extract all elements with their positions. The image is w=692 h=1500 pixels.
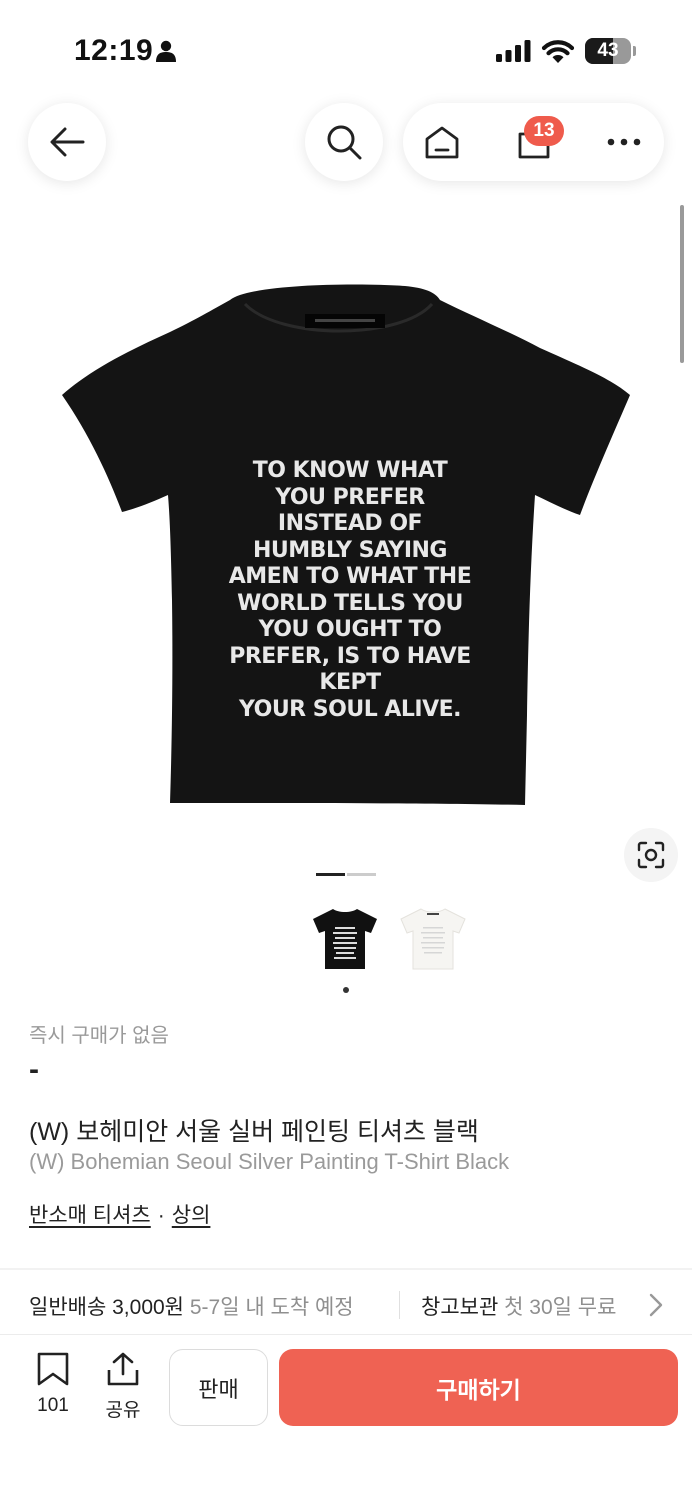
shirt-print-line: KEPT (319, 670, 381, 695)
shirt-print-text: TO KNOW WHAT YOU PREFER INSTEAD OF HUMBL… (200, 458, 500, 723)
warehouse-label: 창고보관 (421, 1296, 499, 1319)
product-title-en: (W) Bohemian Seoul Silver Painting T-Shi… (29, 1149, 510, 1174)
battery-icon: 43 (585, 38, 631, 64)
more-icon (607, 138, 641, 146)
price-value: - (29, 1053, 39, 1086)
search-button[interactable] (305, 103, 383, 181)
category-link-short-sleeve[interactable]: 반소매 티셔츠 (29, 1204, 151, 1227)
shirt-print-line: YOU OUGHT TO (258, 617, 442, 642)
search-icon (327, 125, 362, 160)
instant-buy-label: 즉시 구매가 없음 (29, 1025, 169, 1047)
shirt-print-line: TO KNOW WHAT (252, 458, 448, 483)
wifi-icon (541, 40, 575, 63)
shipping-divider (399, 1291, 400, 1319)
black-tshirt-thumbnail (313, 909, 377, 969)
home-button[interactable] (407, 103, 477, 181)
lens-scan-icon (637, 841, 665, 869)
section-divider (0, 1268, 692, 1270)
shipping-eta: 5-7일 내 도착 예정 (189, 1296, 354, 1319)
chevron-right-icon[interactable] (648, 1292, 664, 1318)
share-button[interactable]: 공유 (93, 1352, 153, 1422)
shirt-print-line: YOU PREFER (275, 484, 425, 510)
product-title-ko: (W) 보헤미안 서울 실버 페인팅 티셔츠 블랙 (29, 1118, 479, 1146)
thumbnail-black[interactable] (310, 904, 380, 974)
category-separator: · (157, 1204, 165, 1227)
white-tshirt-thumbnail (400, 908, 466, 970)
buy-button[interactable]: 구매하기 (279, 1349, 678, 1426)
shirt-print-line: WORLD TELLS YOU (237, 590, 463, 616)
warehouse-note: 첫 30일 무료 (504, 1296, 617, 1319)
thumbnail-white[interactable] (398, 904, 468, 974)
status-bar: 12:19 43 (0, 0, 692, 96)
shirt-print-line: INSTEAD OF (277, 511, 423, 536)
shipping-label: 일반배송 (29, 1296, 107, 1319)
shipping-price: 3,000원 (112, 1296, 184, 1319)
thumbnail-selected-indicator (343, 987, 349, 993)
image-pager-active (316, 873, 345, 876)
sell-button[interactable]: 판매 (169, 1349, 268, 1426)
warehouse-info[interactable]: 창고보관 첫 30일 무료 (421, 1291, 616, 1321)
share-icon (107, 1352, 139, 1386)
shipping-info[interactable]: 일반배송 3,000원 5-7일 내 도착 예정 (29, 1291, 354, 1321)
bookmark-button[interactable]: 101 (23, 1352, 83, 1417)
back-arrow-icon (50, 127, 85, 157)
person-icon (156, 40, 176, 62)
battery-percent: 43 (597, 40, 619, 61)
cellular-signal-icon (496, 40, 531, 62)
image-pager-inactive (347, 873, 376, 876)
category-link-tops[interactable]: 상의 (172, 1204, 211, 1227)
cart-badge: 13 (524, 116, 564, 146)
shirt-print-line: AMEN TO WHAT THE (228, 564, 472, 589)
home-icon (425, 126, 459, 159)
shirt-print-line: HUMBLY SAYING (253, 537, 447, 563)
image-search-button[interactable] (624, 828, 678, 882)
bookmark-icon (37, 1352, 69, 1386)
scrollbar[interactable] (680, 205, 684, 363)
back-button[interactable] (28, 103, 106, 181)
category-links: 반소매 티셔츠 · 상의 (29, 1199, 210, 1229)
bookmark-count: 101 (37, 1395, 69, 1416)
more-button[interactable] (589, 103, 659, 181)
battery-tip (633, 46, 636, 56)
shirt-print-line: PREFER, IS TO HAVE (229, 643, 471, 669)
status-time: 12:19 (74, 34, 154, 67)
share-label: 공유 (105, 1400, 141, 1421)
shirt-print-line: YOUR SOUL ALIVE. (238, 696, 462, 722)
